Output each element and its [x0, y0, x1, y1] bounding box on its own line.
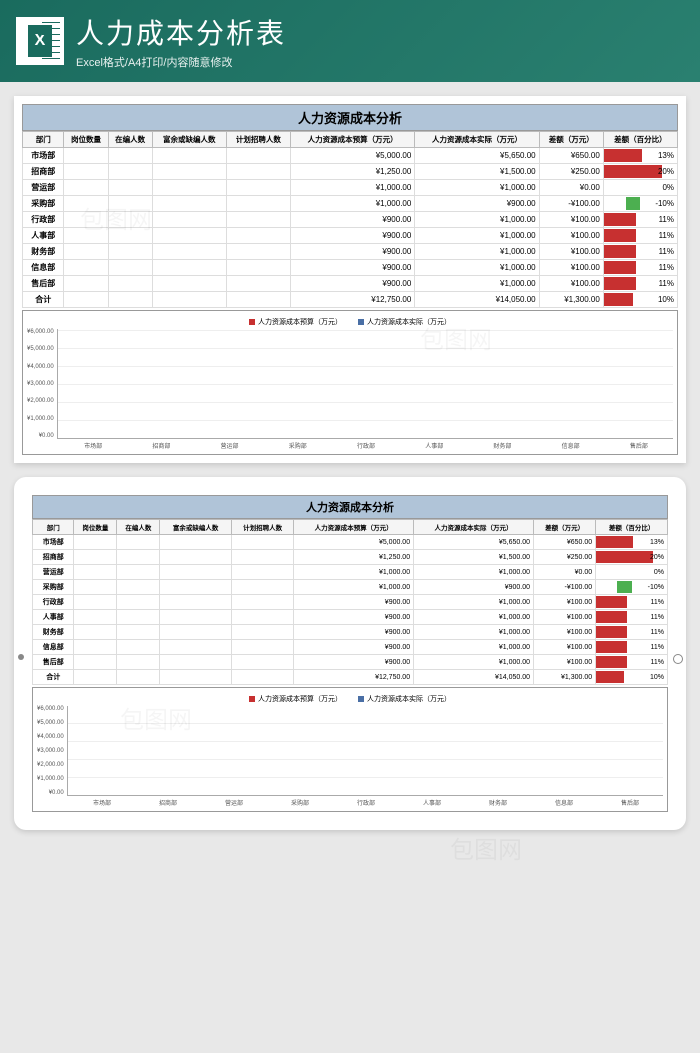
col-header: 部门: [33, 520, 74, 535]
col-header: 在编人数: [117, 520, 160, 535]
table-row: 采购部¥1,000.00¥900.00-¥100.00-10%: [33, 580, 668, 595]
chart-legend: 人力资源成本预算（万元） 人力资源成本实际（万元）: [37, 692, 663, 706]
table-row: 招商部¥1,250.00¥1,500.00¥250.0020%: [23, 164, 678, 180]
col-header: 人力资源成本实际（万元）: [415, 132, 539, 148]
page-subtitle: Excel格式/A4打印/内容随意修改: [76, 54, 286, 70]
legend-item: 人力资源成本实际（万元）: [358, 317, 451, 327]
x-axis: 市场部招商部营运部采购部行政部人事部财务部信息部售后部: [27, 439, 673, 450]
x-axis: 市场部招商部营运部采购部行政部人事部财务部信息部售后部: [37, 796, 663, 807]
header-text: 人力成本分析表 Excel格式/A4打印/内容随意修改: [76, 12, 286, 70]
pct-cell: -10%: [603, 196, 677, 212]
table-row: 营运部¥1,000.00¥1,000.00¥0.000%: [33, 565, 668, 580]
col-header: 差额（百分比）: [596, 520, 668, 535]
table-row: 市场部¥5,000.00¥5,650.00¥650.0013%: [23, 148, 678, 164]
pct-cell: 11%: [596, 625, 668, 640]
chart-legend: 人力资源成本预算（万元） 人力资源成本实际（万元）: [27, 315, 673, 329]
pct-cell: 11%: [603, 228, 677, 244]
col-header: 差额（万元）: [534, 520, 596, 535]
col-header: 富余或缺编人数: [160, 520, 232, 535]
table-row: 合计¥12,750.00¥14,050.00¥1,300.0010%: [33, 670, 668, 685]
pct-cell: 11%: [603, 244, 677, 260]
col-header: 计划招聘人数: [232, 520, 294, 535]
chart-plot: [67, 706, 663, 796]
pct-cell: 0%: [603, 180, 677, 196]
pct-cell: 11%: [596, 640, 668, 655]
pct-cell: 11%: [596, 610, 668, 625]
pct-cell: 13%: [596, 535, 668, 550]
watermark: 包图网: [450, 830, 522, 865]
table-row: 行政部¥900.00¥1,000.00¥100.0011%: [33, 595, 668, 610]
table-row: 采购部¥1,000.00¥900.00-¥100.00-10%: [23, 196, 678, 212]
col-header: 差额（百分比）: [603, 132, 677, 148]
page-header: X 人力成本分析表 Excel格式/A4打印/内容随意修改: [0, 0, 700, 82]
col-header: 岗位数量: [64, 132, 108, 148]
col-header: 岗位数量: [74, 520, 117, 535]
table-row: 行政部¥900.00¥1,000.00¥100.0011%: [23, 212, 678, 228]
preview-tablet: 人力资源成本分析 部门岗位数量在编人数富余或缺编人数计划招聘人数人力资源成本预算…: [14, 477, 686, 830]
page-title: 人力成本分析表: [76, 12, 286, 52]
preview-main: 人力资源成本分析 部门岗位数量在编人数富余或缺编人数计划招聘人数人力资源成本预算…: [14, 96, 686, 463]
table-row: 市场部¥5,000.00¥5,650.00¥650.0013%: [33, 535, 668, 550]
chart-area: ¥6,000.00¥5,000.00¥4,000.00¥3,000.00¥2,0…: [27, 329, 673, 439]
data-table: 部门岗位数量在编人数富余或缺编人数计划招聘人数人力资源成本预算（万元）人力资源成…: [32, 519, 668, 685]
pct-cell: 11%: [603, 260, 677, 276]
table-row: 营运部¥1,000.00¥1,000.00¥0.000%: [23, 180, 678, 196]
chart-area: ¥6,000.00¥5,000.00¥4,000.00¥3,000.00¥2,0…: [37, 706, 663, 796]
table-row: 售后部¥900.00¥1,000.00¥100.0011%: [33, 655, 668, 670]
col-header: 人力资源成本预算（万元）: [294, 520, 414, 535]
legend-item: 人力资源成本预算（万元）: [249, 317, 342, 327]
legend-item: 人力资源成本实际（万元）: [358, 694, 451, 704]
pct-cell: 13%: [603, 148, 677, 164]
table-row: 信息部¥900.00¥1,000.00¥100.0011%: [23, 260, 678, 276]
table-row: 人事部¥900.00¥1,000.00¥100.0011%: [33, 610, 668, 625]
chart-plot: [57, 329, 673, 439]
col-header: 部门: [23, 132, 64, 148]
excel-sheet-lines: [42, 22, 60, 60]
table-row: 合计¥12,750.00¥14,050.00¥1,300.0010%: [23, 292, 678, 308]
pct-cell: 0%: [596, 565, 668, 580]
table-row: 财务部¥900.00¥1,000.00¥100.0011%: [33, 625, 668, 640]
table-row: 人事部¥900.00¥1,000.00¥100.0011%: [23, 228, 678, 244]
chart-container: 人力资源成本预算（万元） 人力资源成本实际（万元） ¥6,000.00¥5,000…: [32, 687, 668, 812]
table-row: 招商部¥1,250.00¥1,500.00¥250.0020%: [33, 550, 668, 565]
pct-cell: -10%: [596, 580, 668, 595]
pct-cell: 11%: [596, 655, 668, 670]
pct-cell: 11%: [603, 212, 677, 228]
legend-item: 人力资源成本预算（万元）: [249, 694, 342, 704]
col-header: 人力资源成本预算（万元）: [291, 132, 415, 148]
pct-cell: 20%: [596, 550, 668, 565]
pct-cell: 11%: [596, 595, 668, 610]
excel-icon: X: [16, 17, 64, 65]
col-header: 在编人数: [108, 132, 152, 148]
sheet-title: 人力资源成本分析: [22, 104, 678, 131]
col-header: 差额（万元）: [539, 132, 603, 148]
pct-cell: 10%: [596, 670, 668, 685]
pct-cell: 11%: [603, 276, 677, 292]
pct-cell: 20%: [603, 164, 677, 180]
col-header: 人力资源成本实际（万元）: [414, 520, 534, 535]
table-row: 售后部¥900.00¥1,000.00¥100.0011%: [23, 276, 678, 292]
chart-container: 人力资源成本预算（万元） 人力资源成本实际（万元） ¥6,000.00¥5,000…: [22, 310, 678, 455]
col-header: 富余或缺编人数: [152, 132, 226, 148]
table-row: 财务部¥900.00¥1,000.00¥100.0011%: [23, 244, 678, 260]
pct-cell: 10%: [603, 292, 677, 308]
y-axis: ¥6,000.00¥5,000.00¥4,000.00¥3,000.00¥2,0…: [37, 706, 67, 796]
table-row: 信息部¥900.00¥1,000.00¥100.0011%: [33, 640, 668, 655]
y-axis: ¥6,000.00¥5,000.00¥4,000.00¥3,000.00¥2,0…: [27, 329, 57, 439]
data-table: 部门岗位数量在编人数富余或缺编人数计划招聘人数人力资源成本预算（万元）人力资源成…: [22, 131, 678, 308]
col-header: 计划招聘人数: [226, 132, 290, 148]
sheet-title: 人力资源成本分析: [32, 495, 668, 519]
